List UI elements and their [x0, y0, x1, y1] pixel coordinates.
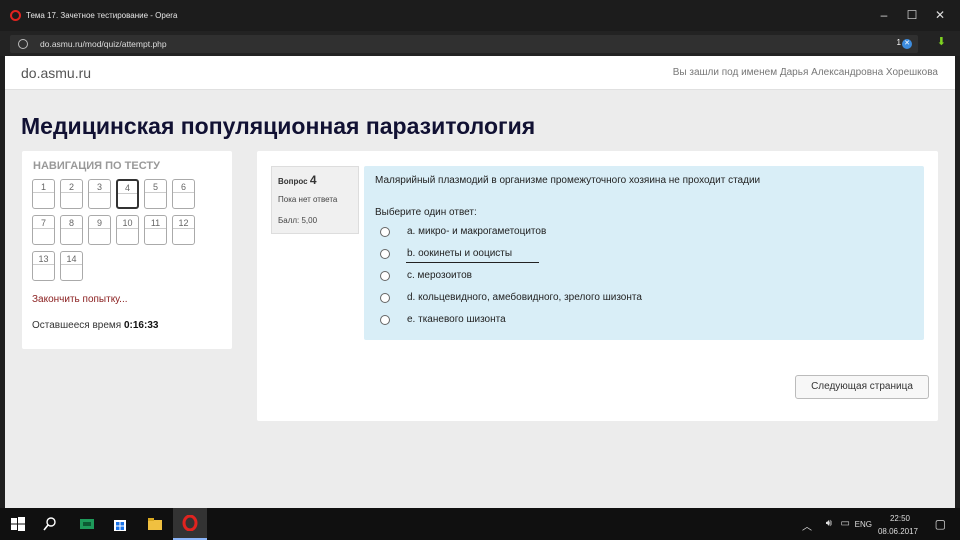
finish-attempt-link[interactable]: Закончить попытку...: [32, 294, 128, 305]
file-explorer-icon[interactable]: [147, 516, 163, 532]
badge-count: 1: [896, 38, 901, 47]
question-nav-button[interactable]: 3: [88, 179, 111, 209]
login-info[interactable]: Вы зашли под именем Дарья Александровна …: [673, 67, 938, 78]
question-info: Вопрос 4 Пока нет ответа Балл: 5,00: [271, 166, 359, 234]
language-indicator[interactable]: ENG: [855, 520, 872, 529]
question-grade: Балл: 5,00: [278, 216, 318, 225]
answer-label[interactable]: e. тканевого шизонта: [407, 314, 506, 325]
question-content: Малярийный плазмодий в организме промежу…: [364, 166, 924, 340]
adblock-badge[interactable]: 1 ✕: [897, 38, 912, 49]
minimize-icon[interactable]: –: [876, 8, 892, 22]
radio-button[interactable]: [380, 249, 390, 259]
radio-button[interactable]: [380, 227, 390, 237]
question-nav-button[interactable]: 8: [60, 215, 83, 245]
answer-underline: [406, 262, 539, 263]
taskbar: ︿ 🔊︎ ▭ ENG 22:50 08.06.2017 ▢: [0, 508, 960, 540]
nav-title: НАВИГАЦИЯ ПО ТЕСТУ: [33, 160, 160, 172]
download-icon[interactable]: ⬇: [937, 35, 946, 48]
question-nav-button[interactable]: 2: [60, 179, 83, 209]
close-icon[interactable]: ✕: [932, 8, 948, 22]
question-nav-button[interactable]: 13: [32, 251, 55, 281]
site-brand[interactable]: do.asmu.ru: [21, 65, 91, 81]
browser-titlebar: Тема 17. Зачетное тестирование - Opera –…: [0, 0, 960, 31]
tray-expand-icon[interactable]: ︿: [802, 518, 812, 533]
search-icon[interactable]: [42, 516, 58, 532]
next-page-button[interactable]: Следующая страница: [795, 375, 929, 399]
answer-prompt: Выберите один ответ:: [375, 207, 477, 218]
windows-start-icon[interactable]: [10, 516, 26, 532]
opera-taskbar-button[interactable]: [173, 508, 207, 540]
question-number-value: 4: [309, 173, 317, 187]
time-value: 0:16:33: [123, 320, 159, 331]
question-nav-button[interactable]: 4: [116, 179, 139, 209]
question-nav-button[interactable]: 7: [32, 215, 55, 245]
time-remaining: Оставшееся время 0:16:33: [32, 320, 158, 331]
globe-icon: [18, 39, 28, 49]
question-nav-button[interactable]: 5: [144, 179, 167, 209]
answer-label[interactable]: a. микро- и макрогаметоцитов: [407, 226, 546, 237]
network-icon[interactable]: ▭: [841, 518, 850, 529]
opera-icon: [182, 515, 198, 531]
question-nav-button[interactable]: 14: [60, 251, 83, 281]
question-nav-button[interactable]: 9: [88, 215, 111, 245]
opera-logo-icon[interactable]: [10, 10, 21, 21]
adblock-icon: ✕: [902, 39, 912, 49]
answer-label[interactable]: c. мерозоитов: [407, 270, 472, 281]
site-header: do.asmu.ru Вы зашли под именем Дарья Але…: [5, 56, 955, 90]
question-area: Вопрос 4 Пока нет ответа Балл: 5,00 Маля…: [257, 151, 938, 421]
question-label: Вопрос: [278, 177, 308, 186]
question-nav-button[interactable]: 6: [172, 179, 195, 209]
radio-button[interactable]: [380, 315, 390, 325]
clock-time[interactable]: 22:50: [890, 514, 910, 523]
question-nav-button[interactable]: 11: [144, 215, 167, 245]
radio-button[interactable]: [380, 293, 390, 303]
website: do.asmu.ru Вы зашли под именем Дарья Але…: [5, 56, 955, 508]
time-label: Оставшееся время: [32, 320, 122, 331]
clock-date[interactable]: 08.06.2017: [878, 527, 918, 536]
question-status: Пока нет ответа: [278, 195, 338, 204]
question-text: Малярийный плазмодий в организме промежу…: [375, 175, 761, 186]
question-nav-button[interactable]: 1: [32, 179, 55, 209]
quiz-navigation: НАВИГАЦИЯ ПО ТЕСТУ 1 2 3 4 5 6 7 8 9 10 11 12 13 14 З…: [22, 151, 232, 349]
window-title: Тема 17. Зачетное тестирование - Opera: [26, 11, 178, 20]
answer-label[interactable]: d. кольцевидного, амебовидного, зрелого …: [407, 292, 642, 303]
answer-label[interactable]: b. оокинеты и ооцисты: [407, 248, 512, 259]
question-number: Вопрос 4: [278, 173, 317, 187]
url-field[interactable]: do.asmu.ru/mod/quiz/attempt.php 1 ✕: [10, 35, 918, 53]
question-nav-button[interactable]: 10: [116, 215, 139, 245]
store-icon[interactable]: [112, 516, 128, 532]
notifications-icon[interactable]: ▢: [935, 517, 946, 531]
question-nav-button[interactable]: 12: [172, 215, 195, 245]
maximize-icon[interactable]: ☐: [904, 8, 920, 22]
radio-button[interactable]: [380, 271, 390, 281]
app-icon[interactable]: [79, 516, 95, 532]
url-text: do.asmu.ru/mod/quiz/attempt.php: [40, 39, 167, 49]
volume-icon[interactable]: 🔊︎: [826, 518, 832, 529]
page-title: Медицинская популяционная паразитология: [21, 113, 536, 139]
address-bar: do.asmu.ru/mod/quiz/attempt.php 1 ✕ ⬇: [0, 31, 960, 56]
